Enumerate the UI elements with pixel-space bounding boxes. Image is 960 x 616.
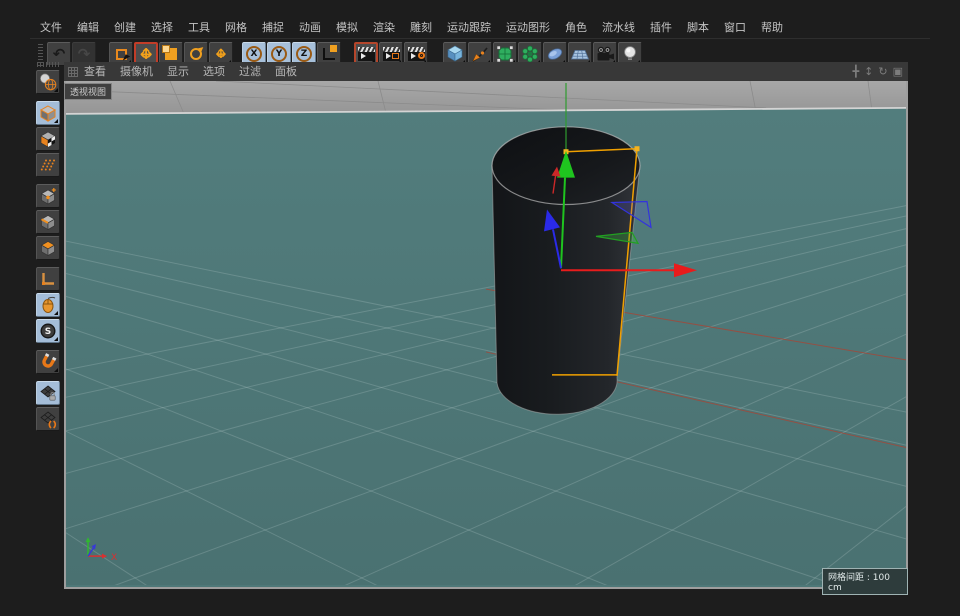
- lock-workplane-icon: [38, 383, 58, 403]
- menu-item-8[interactable]: 模拟: [336, 21, 358, 35]
- viewport-menu-item-5[interactable]: 面板: [275, 65, 297, 79]
- viewport-menu-item-0[interactable]: 查看: [84, 65, 106, 79]
- snap-mode-button[interactable]: S: [36, 319, 60, 343]
- texture-mode-icon: [38, 129, 58, 149]
- axis-x-letter: X: [251, 49, 258, 59]
- enable-axis-icon: [38, 269, 58, 289]
- zoom-view-icon[interactable]: ↕: [864, 62, 873, 81]
- grid-spacing-badge: 网格间距 : 100 cm: [822, 568, 908, 595]
- viewport-menu-item-2[interactable]: 显示: [167, 65, 189, 79]
- tweak-mode-icon: [38, 295, 58, 315]
- polygons-mode-button[interactable]: [36, 236, 60, 260]
- viewport-nav-controls: ╋ ↕ ↻ ▣: [853, 62, 903, 81]
- menu-item-17[interactable]: 窗口: [724, 21, 746, 35]
- viewport-menu: 查看摄像机显示选项过滤面板: [84, 65, 297, 79]
- coordinate-system-icon: [323, 48, 335, 60]
- render-view-icon: [358, 47, 375, 61]
- edges-mode-button[interactable]: [36, 210, 60, 234]
- menu-item-1[interactable]: 编辑: [77, 21, 99, 35]
- menu-item-18[interactable]: 帮助: [761, 21, 783, 35]
- polygons-mode-icon: [38, 238, 58, 258]
- floor-icon: [570, 44, 590, 64]
- mode-sidebar: S: [34, 62, 62, 433]
- rotate-view-icon[interactable]: ↻: [878, 62, 887, 81]
- menu-item-7[interactable]: 动画: [299, 21, 321, 35]
- menu-bar: 文件 编辑 创建 选择 工具 网格 捕捉 动画 模拟 渲染 雕刻 运动跟踪 运动图形 角色 流水线 插件 脚本 窗…: [40, 21, 783, 35]
- menu-item-11[interactable]: 运动跟踪: [447, 21, 491, 35]
- workplane-options-icon: [38, 409, 58, 429]
- menu-item-9[interactable]: 渲染: [373, 21, 395, 35]
- pan-view-icon[interactable]: ╋: [853, 62, 860, 81]
- render-settings-icon: [408, 47, 425, 61]
- menu-item-6[interactable]: 捕捉: [262, 21, 284, 35]
- texture-mode-button[interactable]: [36, 127, 60, 151]
- menu-item-0[interactable]: 文件: [40, 21, 62, 35]
- axis-y-letter: Y: [276, 49, 283, 59]
- viewport-menu-item-3[interactable]: 选项: [203, 65, 225, 79]
- menu-item-5[interactable]: 网格: [225, 21, 247, 35]
- points-mode-button[interactable]: [36, 184, 60, 208]
- snap-magnet-icon: [38, 352, 58, 372]
- cube-primitive-icon: [445, 44, 465, 64]
- menu-item-3[interactable]: 选择: [151, 21, 173, 35]
- spline-primitive-icon: [545, 44, 565, 64]
- make-editable-icon: [38, 72, 58, 92]
- camera-icon: [595, 44, 615, 64]
- menu-item-10[interactable]: 雕刻: [410, 21, 432, 35]
- model-mode-button[interactable]: [36, 101, 60, 125]
- menu-item-13[interactable]: 角色: [565, 21, 587, 35]
- snap-mode-letter: S: [45, 327, 51, 337]
- scale-tool-icon: [165, 48, 177, 60]
- make-editable-button[interactable]: [36, 70, 60, 94]
- tweak-mode-button[interactable]: [36, 293, 60, 317]
- axis-y-lock-icon: Y: [271, 46, 287, 62]
- viewport-panel: 查看摄像机显示选项过滤面板 ╋ ↕ ↻ ▣ 透视视图: [64, 62, 908, 589]
- undo-icon: ↶: [53, 47, 66, 62]
- viewport-menu-item-1[interactable]: 摄像机: [120, 65, 153, 79]
- axis-z-lock-icon: Z: [296, 46, 312, 62]
- axis-x-lock-icon: X: [246, 46, 262, 62]
- viewport-menubar: 查看摄像机显示选项过滤面板 ╋ ↕ ↻ ▣: [64, 62, 908, 81]
- spline-pen-icon: [470, 44, 490, 64]
- deformer-icon: [520, 44, 540, 64]
- workplane-options-button[interactable]: [36, 407, 60, 431]
- last-tool-icon: [213, 46, 228, 61]
- scene-svg: X: [66, 81, 906, 585]
- menu-item-16[interactable]: 脚本: [687, 21, 709, 35]
- subdivision-surface-icon: [495, 44, 515, 64]
- snap-magnet-button[interactable]: [36, 350, 60, 374]
- enable-axis-button[interactable]: [36, 267, 60, 291]
- edges-mode-icon: [38, 212, 58, 232]
- light-icon: [620, 44, 640, 64]
- menu-item-14[interactable]: 流水线: [602, 21, 635, 35]
- menu-item-15[interactable]: 插件: [650, 21, 672, 35]
- toggle-panel-icon[interactable]: ▣: [893, 62, 903, 81]
- points-mode-icon: [38, 186, 58, 206]
- viewport-3d-area[interactable]: X: [64, 81, 908, 589]
- model-mode-icon: [38, 103, 58, 123]
- viewport-menu-item-4[interactable]: 过滤: [239, 65, 261, 79]
- lock-workplane-button[interactable]: [36, 381, 60, 405]
- axis-z-letter: Z: [301, 49, 308, 59]
- sidebar-grip[interactable]: [37, 62, 59, 67]
- viewport-tab[interactable]: 透视视图: [64, 83, 112, 100]
- live-selection-icon: [116, 49, 127, 60]
- viewport-grip[interactable]: [68, 67, 78, 77]
- rotate-tool-icon: [190, 48, 202, 60]
- redo-icon: ↷: [78, 47, 91, 62]
- menu-item-4[interactable]: 工具: [188, 21, 210, 35]
- ground-plane: [66, 108, 906, 585]
- snap-mode-icon: S: [38, 321, 58, 341]
- move-tool-icon: [137, 45, 155, 63]
- workplane-mode-button[interactable]: [36, 153, 60, 177]
- menu-separator: [30, 38, 930, 39]
- menu-item-12[interactable]: 运动图形: [506, 21, 550, 35]
- menu-item-2[interactable]: 创建: [114, 21, 136, 35]
- axis-x-label: X: [111, 553, 117, 563]
- render-picture-viewer-icon: [383, 47, 400, 61]
- workplane-mode-icon: [38, 155, 58, 175]
